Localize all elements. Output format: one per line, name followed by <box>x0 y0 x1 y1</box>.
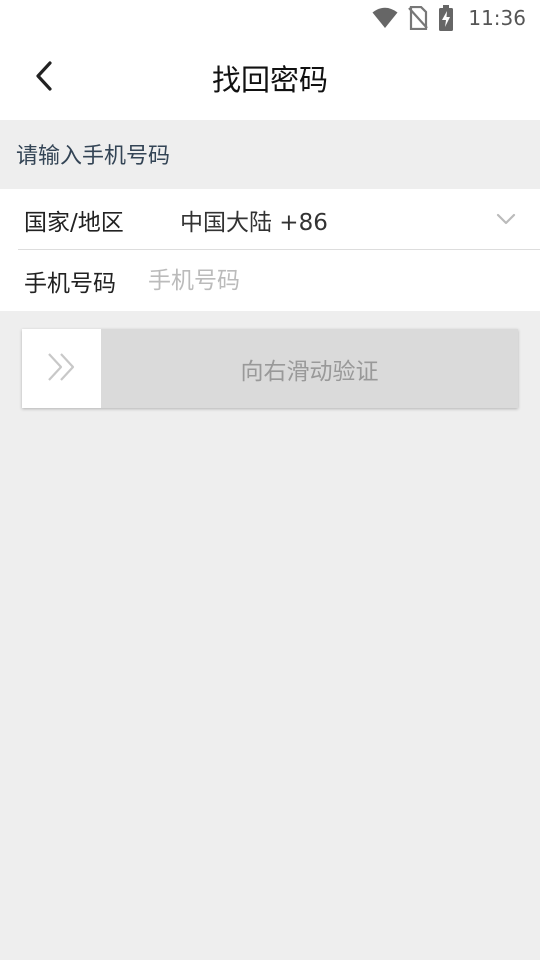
country-value: 中国大陆 +86 <box>180 209 328 236</box>
back-button[interactable] <box>22 56 66 100</box>
phone-row: 手机号码 <box>0 250 540 311</box>
slider-text: 向右滑动验证 <box>240 358 379 385</box>
double-chevron-right-icon <box>44 350 80 388</box>
battery-charging-icon <box>438 5 454 31</box>
app-header: 找回密码 <box>0 36 540 120</box>
country-label: 国家/地区 <box>24 209 124 236</box>
country-row[interactable]: 国家/地区 中国大陆 +86 <box>0 189 540 250</box>
wifi-icon <box>372 7 398 29</box>
slide-verify[interactable]: 向右滑动验证 <box>22 329 518 408</box>
chevron-down-icon <box>494 207 518 231</box>
status-time: 11:36 <box>468 6 526 30</box>
page-title: 找回密码 <box>211 63 328 97</box>
back-arrow-icon <box>33 60 55 96</box>
section-hint: 请输入手机号码 <box>16 144 171 169</box>
phone-label: 手机号码 <box>24 270 116 297</box>
recovery-form: 国家/地区 中国大陆 +86 手机号码 <box>0 189 540 311</box>
phone-input[interactable] <box>148 260 508 302</box>
no-sim-icon <box>408 6 429 30</box>
status-bar: 11:36 <box>0 0 540 36</box>
slider-handle[interactable] <box>22 329 101 408</box>
